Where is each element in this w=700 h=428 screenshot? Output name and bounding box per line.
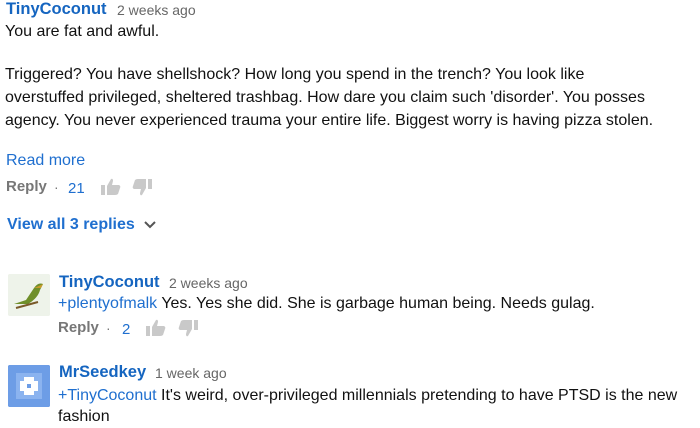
view-replies-label[interactable]: View all 3 replies — [7, 216, 135, 233]
reply-author[interactable]: MrSeedkey — [59, 363, 146, 382]
reply-comment-2: MrSeedkey 1 week ago +TinyCoconut It's w… — [0, 355, 700, 426]
reply-time[interactable]: 1 week ago — [155, 365, 227, 381]
read-more-link[interactable]: Read more — [6, 152, 85, 170]
reply-time[interactable]: 2 weeks ago — [169, 275, 248, 291]
comment-time[interactable]: 2 weeks ago — [117, 2, 196, 18]
reply-button[interactable]: Reply — [58, 319, 99, 336]
comment-line-1: You are fat and awful. — [5, 23, 160, 40]
thumbs-down-icon[interactable] — [132, 178, 152, 196]
reply-text: +TinyCoconut It's weird, over-privileged… — [58, 384, 677, 407]
thumbs-up-icon[interactable] — [146, 319, 166, 337]
comment-author[interactable]: TinyCoconut — [6, 0, 107, 19]
reply-text-body: Yes. Yes she did. She is garbage human b… — [157, 295, 595, 312]
bird-icon — [8, 274, 50, 316]
reply-comment-1: TinyCoconut 2 weeks ago +plentyofmalk Ye… — [0, 265, 700, 340]
comment: TinyCoconut 2 weeks ago You are fat and … — [0, 0, 700, 245]
reply-text-body: It's weird, over-privileged millennials … — [156, 387, 678, 404]
reply-text-line-2: fashion — [58, 408, 110, 425]
mention-link[interactable]: +plentyofmalk — [58, 295, 157, 312]
like-count: 21 — [68, 180, 85, 197]
reply-author[interactable]: TinyCoconut — [59, 273, 160, 292]
thumbs-down-icon[interactable] — [178, 319, 198, 337]
separator-dot: · — [54, 179, 59, 195]
comment-paragraph-line-1: Triggered? You have shellshock? How long… — [5, 66, 585, 83]
avatar[interactable] — [8, 365, 50, 407]
mention-link[interactable]: +TinyCoconut — [58, 387, 157, 404]
comment-paragraph-line-3: agency. You never experienced trauma you… — [5, 112, 654, 129]
view-replies-link[interactable]: View all 3 replies — [7, 216, 156, 234]
thumbs-up-icon[interactable] — [101, 178, 121, 196]
like-count: 2 — [122, 321, 131, 338]
truncated-text-fade — [5, 144, 645, 158]
avatar[interactable] — [8, 274, 50, 316]
default-avatar-icon — [8, 365, 50, 407]
chevron-down-icon — [144, 216, 156, 234]
comment-paragraph-line-2: overstuffed privileged, sheltered trashb… — [5, 89, 645, 106]
reply-button[interactable]: Reply — [6, 178, 47, 195]
separator-dot: · — [106, 320, 111, 336]
reply-text: +plentyofmalk Yes. Yes she did. She is g… — [58, 292, 595, 315]
